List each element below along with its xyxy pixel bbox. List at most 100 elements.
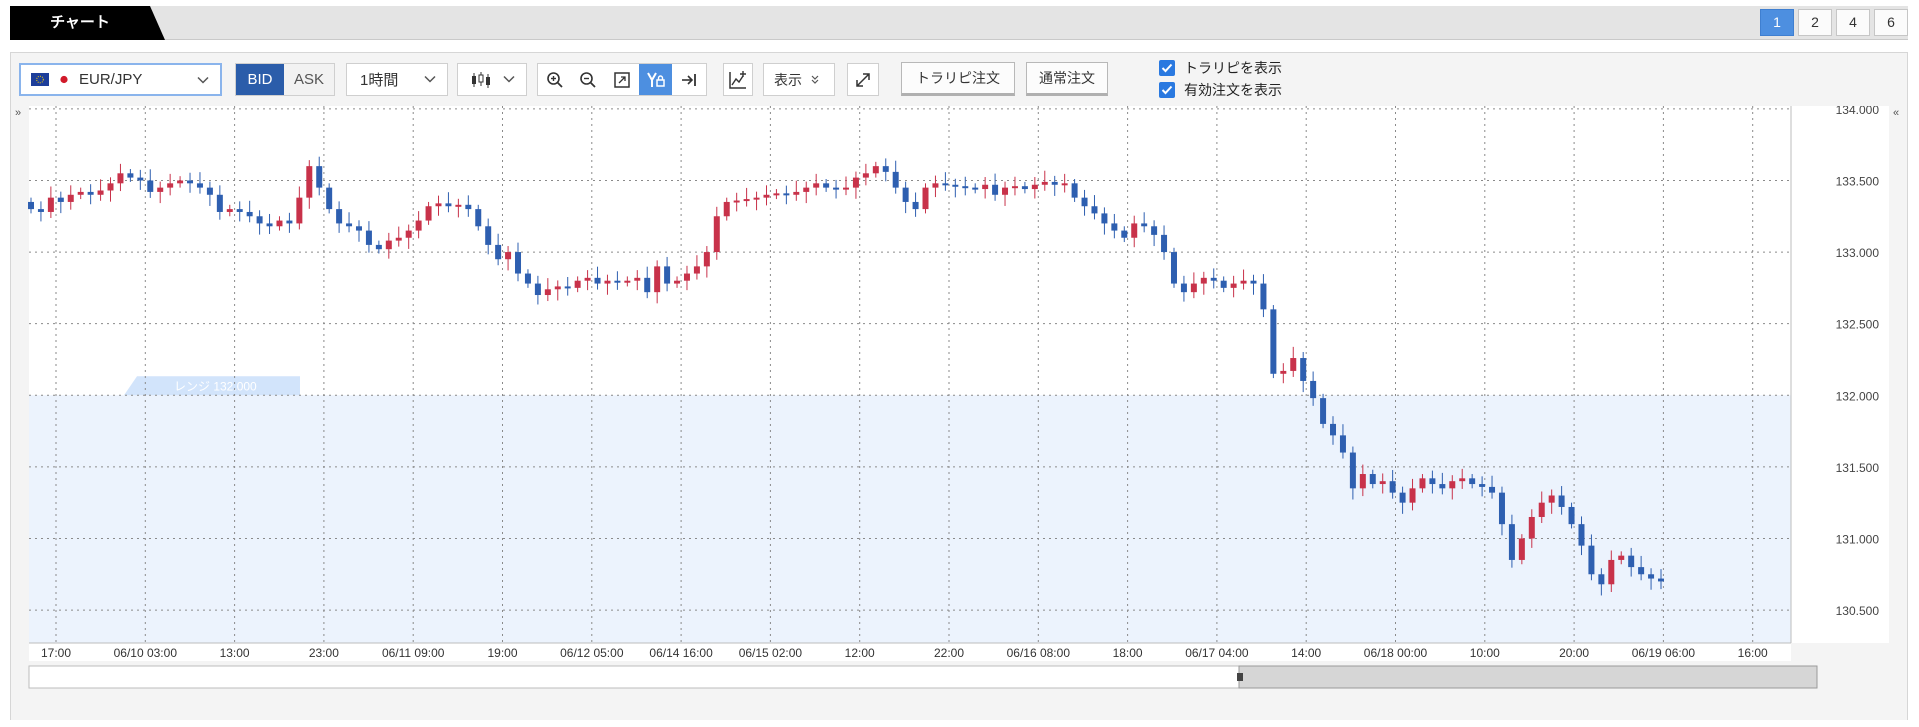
zoom-in-icon[interactable] bbox=[538, 64, 572, 95]
candle-body bbox=[922, 187, 929, 210]
x-tick-label: 06/18 00:00 bbox=[1364, 646, 1428, 660]
candle-body bbox=[236, 209, 243, 212]
tab-chart[interactable]: チャート bbox=[10, 6, 165, 40]
candle-body bbox=[882, 166, 889, 172]
candle-body bbox=[942, 183, 949, 186]
scroll-to-latest-icon[interactable] bbox=[672, 64, 706, 95]
display-menu[interactable]: 表示 bbox=[763, 63, 835, 96]
x-tick-label: 10:00 bbox=[1470, 646, 1500, 660]
candle-body bbox=[147, 180, 154, 192]
candle-body bbox=[87, 191, 94, 195]
candle-body bbox=[813, 183, 820, 188]
candle-body bbox=[455, 204, 462, 207]
candle-body bbox=[1220, 280, 1227, 288]
zoom-tools bbox=[537, 63, 707, 96]
candle-body bbox=[127, 173, 134, 178]
candle-body bbox=[256, 216, 263, 224]
candle-body bbox=[187, 180, 194, 184]
y-tick-label: 131.000 bbox=[1836, 532, 1880, 546]
candle-body bbox=[515, 252, 522, 274]
candle-body bbox=[1180, 283, 1187, 293]
collapse-right-icon[interactable]: « bbox=[1893, 107, 1899, 119]
candle-body bbox=[584, 277, 591, 281]
candle-body bbox=[286, 220, 293, 224]
zoom-out-icon[interactable] bbox=[572, 64, 606, 95]
candle-body bbox=[196, 183, 203, 188]
candle-body bbox=[1508, 524, 1515, 560]
show-trailing-checkbox[interactable]: トラリピを表示 bbox=[1159, 58, 1282, 78]
bid-ask-toggle: BID ASK bbox=[235, 63, 335, 96]
scroll-thumb[interactable] bbox=[1238, 665, 1818, 689]
candle-body bbox=[843, 187, 849, 190]
display-label: 表示 bbox=[774, 71, 802, 88]
expand-icon[interactable] bbox=[847, 63, 879, 96]
candle-body bbox=[1568, 506, 1575, 525]
candle-body bbox=[624, 280, 631, 283]
chart-panel: EUR/JPY BID ASK 1時間 表示 トラリピ注文 通常注文 トラリピを… bbox=[10, 52, 1908, 720]
candle-body bbox=[1588, 545, 1595, 575]
candle-body bbox=[1498, 492, 1505, 525]
candle-body bbox=[306, 166, 313, 198]
symbol-select[interactable]: EUR/JPY bbox=[19, 63, 222, 96]
candle-body bbox=[1459, 478, 1466, 482]
candle-body bbox=[1280, 370, 1287, 374]
candle-body bbox=[1330, 423, 1337, 436]
indicator-add-icon[interactable] bbox=[723, 63, 753, 96]
symbol-label: EUR/JPY bbox=[79, 71, 143, 88]
layout-button-2[interactable]: 2 bbox=[1798, 9, 1832, 36]
layout-button-4[interactable]: 4 bbox=[1836, 9, 1870, 36]
period-label: 1時間 bbox=[360, 72, 399, 89]
collapse-left-icon[interactable]: » bbox=[15, 107, 21, 119]
chart-type-select[interactable] bbox=[457, 63, 527, 96]
y-axis-lock-icon[interactable] bbox=[638, 64, 673, 95]
fit-screen-icon[interactable] bbox=[605, 64, 639, 95]
candle-body bbox=[733, 200, 740, 203]
range-label: レンジ 132.000 bbox=[174, 379, 257, 393]
price-chart[interactable]: レンジ 132.000 134.000 133.500 133.000 132.500 1… bbox=[11, 106, 1907, 720]
scroll-handle[interactable] bbox=[1237, 673, 1243, 681]
candle-body bbox=[167, 183, 174, 188]
x-tick-label: 06/11 09:00 bbox=[382, 646, 445, 660]
candle-body bbox=[1091, 206, 1098, 214]
candle-body bbox=[1548, 495, 1555, 503]
candle-body bbox=[1210, 277, 1217, 281]
candle-body bbox=[405, 230, 412, 238]
x-tick-label: 14:00 bbox=[1291, 646, 1321, 660]
x-tick-label: 06/17 04:00 bbox=[1185, 646, 1249, 660]
candle-body bbox=[693, 266, 700, 274]
candle-body bbox=[524, 273, 531, 284]
candle-body bbox=[723, 201, 730, 217]
bid-button[interactable]: BID bbox=[236, 64, 284, 95]
trailing-order-button[interactable]: トラリピ注文 bbox=[901, 62, 1015, 96]
candle-body bbox=[664, 266, 671, 284]
jp-flag-icon bbox=[55, 73, 73, 86]
y-tick-label: 132.000 bbox=[1836, 389, 1880, 403]
ask-button[interactable]: ASK bbox=[284, 64, 334, 95]
candle-body bbox=[435, 203, 442, 207]
period-select[interactable]: 1時間 bbox=[346, 63, 448, 96]
candle-body bbox=[246, 211, 253, 217]
layout-button-1[interactable]: 1 bbox=[1760, 9, 1794, 36]
layout-button-6[interactable]: 6 bbox=[1874, 9, 1908, 36]
candle-body bbox=[1151, 226, 1158, 235]
candle-body bbox=[1021, 186, 1028, 190]
candle-body bbox=[862, 173, 869, 178]
x-tick-label: 19:00 bbox=[487, 646, 517, 660]
eu-flag-icon bbox=[31, 73, 49, 86]
candle-body bbox=[226, 209, 233, 212]
candle-body bbox=[1250, 280, 1257, 284]
candle-body bbox=[763, 194, 770, 198]
normal-order-button[interactable]: 通常注文 bbox=[1026, 62, 1108, 96]
candle-body bbox=[1409, 488, 1416, 503]
y-tick-label: 133.000 bbox=[1836, 246, 1880, 260]
y-tick-label: 132.500 bbox=[1836, 318, 1880, 332]
range-band bbox=[29, 395, 1791, 643]
candle-body bbox=[992, 184, 999, 195]
candle-body bbox=[892, 171, 899, 188]
candle-body bbox=[67, 194, 74, 202]
candle-body bbox=[107, 183, 114, 191]
candle-body bbox=[1469, 478, 1476, 485]
candle-body bbox=[962, 186, 969, 189]
show-active-orders-checkbox[interactable]: 有効注文を表示 bbox=[1159, 80, 1282, 100]
candle-body bbox=[1658, 578, 1664, 582]
